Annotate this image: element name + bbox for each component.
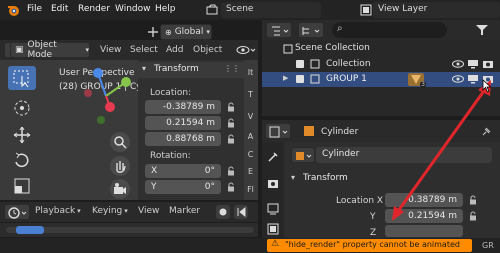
annotation-arrow (392, 80, 491, 221)
mouse-cursor-icon (482, 79, 492, 93)
